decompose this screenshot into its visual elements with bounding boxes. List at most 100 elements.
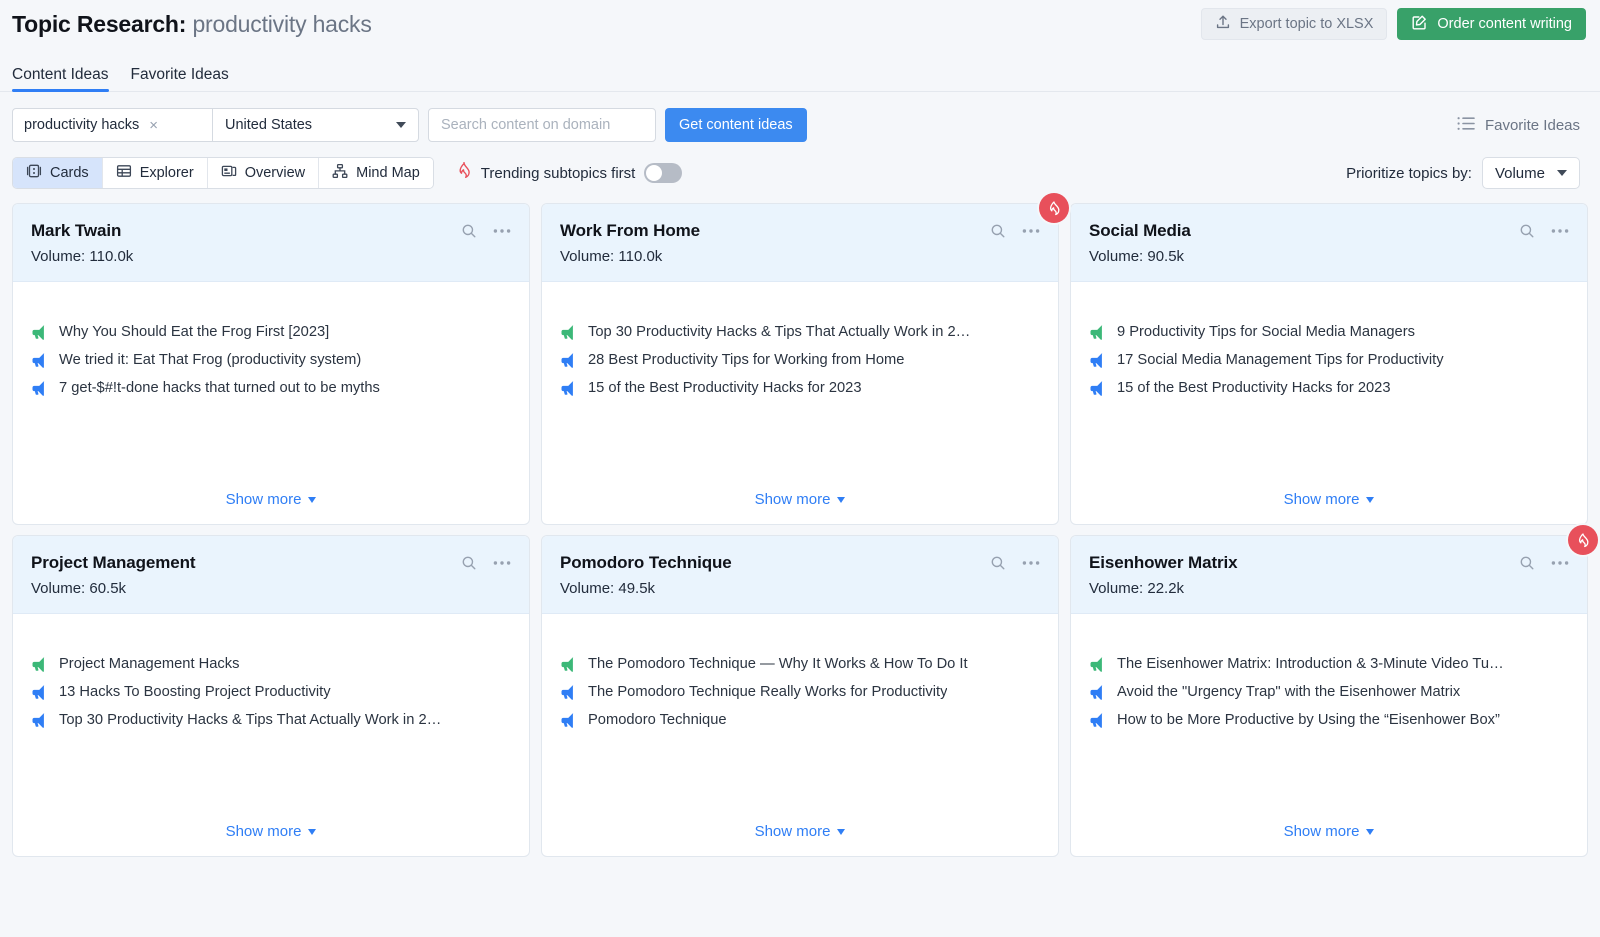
view-mode-cards[interactable]: Cards [13,158,103,188]
content-idea-title: 7 get-$#!t-done hacks that turned out to… [59,380,380,396]
content-idea-item[interactable]: We tried it: Eat That Frog (productivity… [31,352,511,368]
content-idea-title: 15 of the Best Productivity Hacks for 20… [1117,380,1391,396]
content-idea-item[interactable]: 7 get-$#!t-done hacks that turned out to… [31,380,511,396]
cards-icon [26,163,42,183]
topic-card: Project Management Volume: 60.5k Project M… [12,535,530,857]
topic-card-volume: Volume: 110.0k [560,248,1040,265]
show-more-button[interactable]: Show more [560,491,1040,508]
content-idea-item[interactable]: 28 Best Productivity Tips for Working fr… [560,352,1040,368]
tab-bar: Content Ideas Favorite Ideas [0,48,1600,92]
content-idea-item[interactable]: The Pomodoro Technique Really Works for … [560,684,1040,700]
show-more-button[interactable]: Show more [31,491,511,508]
content-idea-title: Avoid the "Urgency Trap" with the Eisenh… [1117,684,1460,700]
content-idea-item[interactable]: 13 Hacks To Boosting Project Productivit… [31,684,511,700]
content-idea-title: How to be More Productive by Using the “… [1117,712,1500,728]
trending-flame-badge[interactable] [1039,193,1069,223]
more-options-icon[interactable] [493,560,511,566]
content-idea-item[interactable]: Pomodoro Technique [560,712,1040,728]
export-topic-button[interactable]: Export topic to XLSX [1201,8,1388,40]
content-idea-item[interactable]: 17 Social Media Management Tips for Prod… [1089,352,1569,368]
chevron-down-icon [837,829,845,835]
content-idea-item[interactable]: The Eisenhower Matrix: Introduction & 3-… [1089,656,1569,672]
show-more-button[interactable]: Show more [31,823,511,840]
tab-content-ideas[interactable]: Content Ideas [12,67,109,92]
topic-card-body: Eisenhower MatrixVolume: 22.2kThe Eisenh… [1070,535,1588,857]
tab-favorite-ideas[interactable]: Favorite Ideas [131,67,229,92]
content-idea-title: 9 Productivity Tips for Social Media Man… [1117,324,1415,340]
domain-search-input[interactable] [428,108,656,142]
search-icon[interactable] [1519,555,1535,571]
content-idea-item[interactable]: Project Management Hacks [31,656,511,672]
content-idea-title: The Pomodoro Technique — Why It Works & … [588,656,968,672]
flame-icon [456,162,472,184]
more-options-icon[interactable] [493,228,511,234]
content-idea-item[interactable]: Why You Should Eat the Frog First [2023] [31,324,511,340]
search-icon[interactable] [990,555,1006,571]
trending-subtopics-switch[interactable] [644,163,682,183]
topic-card-title: Work From Home [560,221,700,241]
more-options-icon[interactable] [1022,560,1040,566]
show-more-button[interactable]: Show more [560,823,1040,840]
content-idea-title: Why You Should Eat the Frog First [2023] [59,324,329,340]
search-row: productivity hacks × United States Get c… [12,108,1588,142]
show-more-button[interactable]: Show more [1089,823,1569,840]
content-idea-item[interactable]: How to be More Productive by Using the “… [1089,712,1569,728]
order-content-writing-button[interactable]: Order content writing [1397,8,1586,40]
content-idea-title: Project Management Hacks [59,656,239,672]
content-idea-item[interactable]: 15 of the Best Productivity Hacks for 20… [1089,380,1569,396]
view-mode-mind-map[interactable]: Mind Map [319,158,433,188]
topic-card-volume: Volume: 60.5k [31,580,511,597]
content-idea-item[interactable]: Top 30 Productivity Hacks & Tips That Ac… [560,324,1040,340]
prioritize-select[interactable]: Volume [1482,157,1580,189]
view-mode-explorer[interactable]: Explorer [103,158,208,188]
chevron-down-icon [1366,497,1374,503]
topic-card: Mark TwainVolume: 110.0kWhy You Should E… [12,203,530,525]
content-idea-title: 13 Hacks To Boosting Project Productivit… [59,684,331,700]
megaphone-icon [1089,324,1106,340]
view-toolbar: Cards Explorer [12,157,1588,189]
chevron-down-icon [1557,170,1567,176]
topic-card-title: Pomodoro Technique [560,553,732,573]
megaphone-icon [31,656,48,672]
search-icon[interactable] [1519,223,1535,239]
search-icon[interactable] [461,223,477,239]
topic-card-header: Pomodoro Technique Volume: 49.5k [542,536,1058,614]
more-options-icon[interactable] [1551,228,1569,234]
trending-subtopics-toggle-group[interactable]: Trending subtopics first [456,162,683,184]
country-value: United States [225,117,312,133]
prioritize-label: Prioritize topics by: [1346,165,1472,182]
content-idea-item[interactable]: Top 30 Productivity Hacks & Tips That Ac… [31,712,511,728]
favorite-ideas-link[interactable]: Favorite Ideas [1457,116,1588,135]
topic-card-volume: Volume: 49.5k [560,580,1040,597]
view-mode-overview[interactable]: Overview [208,158,319,188]
search-icon[interactable] [990,223,1006,239]
megaphone-icon [31,352,48,368]
clear-keyword-icon[interactable]: × [149,118,158,133]
more-options-icon[interactable] [1551,560,1569,566]
topic-card: Social MediaVolume: 90.5k 9 Productivity … [1070,203,1588,525]
content-idea-item[interactable]: 15 of the Best Productivity Hacks for 20… [560,380,1040,396]
megaphone-icon [560,656,577,672]
topic-card-body: Pomodoro Technique Volume: 49.5k The Pomod… [541,535,1059,857]
show-more-label: Show more [226,491,302,508]
get-content-ideas-button[interactable]: Get content ideas [665,108,807,142]
prioritize-group: Prioritize topics by: Volume [1346,157,1588,189]
content-idea-title: We tried it: Eat That Frog (productivity… [59,352,361,368]
more-options-icon[interactable] [1022,228,1040,234]
search-icon[interactable] [461,555,477,571]
trending-flame-badge[interactable] [1568,525,1598,555]
content-idea-item[interactable]: 9 Productivity Tips for Social Media Man… [1089,324,1569,340]
topic-card-header: Social MediaVolume: 90.5k [1071,204,1587,282]
content-idea-item[interactable]: The Pomodoro Technique — Why It Works & … [560,656,1040,672]
country-select[interactable]: United States [213,109,418,141]
keyword-input[interactable]: productivity hacks × [13,109,213,141]
show-more-button[interactable]: Show more [1089,491,1569,508]
show-more-label: Show more [226,823,302,840]
topic-card-body: Mark TwainVolume: 110.0kWhy You Should E… [12,203,530,525]
megaphone-icon [560,324,577,340]
show-more-label: Show more [755,823,831,840]
content-idea-title: The Pomodoro Technique Really Works for … [588,684,947,700]
megaphone-icon [560,352,577,368]
content-idea-item[interactable]: Avoid the "Urgency Trap" with the Eisenh… [1089,684,1569,700]
topic-card-title: Project Management [31,553,195,573]
